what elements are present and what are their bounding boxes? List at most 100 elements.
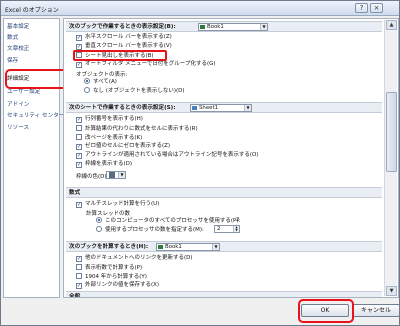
checkbox[interactable]: ✓ [76,162,82,168]
gridline-color-picker[interactable]: ▼ [106,171,126,179]
book-dropdown[interactable]: Book1 ▼ [198,23,268,31]
sidebar-item-resources[interactable]: リソース [7,123,29,131]
processor-count-value: 2 [236,217,240,223]
dropdown-value: Sheet1 [199,105,219,111]
sidebar-item-advanced[interactable]: 詳細設定 [7,74,29,82]
option-update-links[interactable]: ✓ 他のドキュメントへのリンクを更新する(D) [76,255,193,263]
option-label: 使用するプロセッサの数を指定する(M): [105,227,204,233]
sidebar-item-customize[interactable]: ユーザー設定 [7,87,40,95]
checkbox[interactable]: ✓ [76,283,82,289]
checkbox[interactable] [76,52,82,58]
section-general: 全般 [66,291,382,298]
sidebar-item-formulas[interactable]: 数式 [7,33,18,41]
window-title: Excel のオプション [5,7,59,14]
sidebar-item-addins[interactable]: アドイン [7,100,29,108]
sidebar-item-save[interactable]: 保存 [7,56,18,64]
checkbox[interactable]: ✓ [76,256,82,262]
option-page-breaks[interactable]: 改ページを表示する(K) [76,134,142,142]
spinner-value: 2 [217,226,221,232]
option-label: 外部リンクの値を保存する(X) [85,282,160,288]
option-zero-values[interactable]: ✓ ゼロ値のセルにゼロを表示する(Z) [76,143,170,151]
chevron-down-icon: ▼ [244,105,251,111]
option-label: すべて(A) [93,79,117,85]
scroll-thumb[interactable] [386,92,397,172]
option-label: 1904 年から計算する(Y) [85,274,147,280]
section-book-display: 次のブックで作業するときの表示設定(B): Book1 ▼ [66,21,382,32]
workbook-icon [200,25,205,29]
checkbox[interactable]: ✓ [76,35,82,41]
checkbox[interactable]: ✓ [76,202,82,208]
checkbox[interactable] [76,264,82,270]
section-sheet-display: 次のシートで作業するときの表示設定(S): Sheet1 ▼ [66,102,382,113]
scroll-up-icon[interactable]: ▲ [386,20,397,30]
help-button[interactable]: ? [355,3,368,13]
checkbox[interactable]: ✓ [76,62,82,68]
close-button[interactable]: × [370,3,383,13]
option-headers[interactable]: ✓ 行列番号を表示する(H) [76,116,143,124]
option-manual-processors[interactable]: 使用するプロセッサの数を指定する(M): [96,226,204,234]
ok-button[interactable]: OK [301,304,349,317]
option-label: ゼロ値のセルにゼロを表示する(Z) [85,143,171,149]
spinner-arrows-icon[interactable]: ▲ ▼ [233,226,239,232]
option-hscroll[interactable]: ✓ 水平スクロール バーを表示する(Z) [76,34,172,42]
option-sheet-tabs[interactable]: シート見出しを表示する(B) [76,52,154,60]
sidebar-item-trust-center[interactable]: セキュリティ センター [7,111,64,119]
gridline-color-label: 枠線の色(D) [76,174,107,180]
options-dialog: Excel のオプション ? × 基本設定 数式 文章校正 保存 詳細設定 ユー… [0,0,400,326]
color-swatch-icon [109,172,115,178]
option-gridlines[interactable]: ✓ 枠線を表示する(D) [76,161,132,169]
chevron-down-icon: ▼ [212,244,219,250]
radio[interactable] [96,226,102,232]
dropdown-value: Book1 [165,244,182,250]
option-show-formulas[interactable]: 計算結果の代わりに数式をセルに表示する(R) [76,125,198,133]
section-title: 全般 [69,294,81,298]
title-bar: Excel のオプション ? × [1,1,399,16]
option-multithread[interactable]: ✓ マルチスレッド計算を行う(U) [76,201,159,209]
option-label: 改ページを表示する(K) [85,135,143,141]
cancel-button[interactable]: キャンセル [352,304,400,317]
option-autofilter-group[interactable]: ✓ オートフィルタ メニューで日付をグループ化する(G) [76,61,216,69]
option-vscroll[interactable]: ✓ 垂直スクロール バーを表示する(V) [76,43,172,51]
category-sidebar: 基本設定 数式 文章校正 保存 詳細設定 ユーザー設定 アドイン セキュリティ … [3,18,64,298]
calc-book-dropdown[interactable]: Book1 ▼ [156,243,220,251]
option-1904-date[interactable]: 1904 年から計算する(Y) [76,273,147,281]
chevron-down-icon: ▼ [260,24,267,30]
radio[interactable] [84,78,90,84]
option-label: 表示桁数で計算する(P) [85,265,143,271]
option-save-external-links[interactable]: ✓ 外部リンクの値を保存する(X) [76,282,159,290]
option-label: シート見出しを表示する(B) [85,53,154,59]
option-all-processors[interactable]: このコンピュータのすべてのプロセッサを使用する(P): [96,217,240,225]
checkbox[interactable] [76,125,82,131]
sheet-dropdown[interactable]: Sheet1 ▼ [190,104,252,112]
checkbox[interactable]: ✓ [76,153,82,159]
sidebar-item-basic[interactable]: 基本設定 [7,22,29,30]
option-label: 行列番号を表示する(H) [85,116,143,122]
option-objects-all[interactable]: すべて(A) [84,78,117,86]
option-label: アウトラインが適用されている場合はアウトライン記号を表示する(O) [85,152,259,158]
checkbox[interactable]: ✓ [76,44,82,50]
vertical-scrollbar[interactable]: ▲ ▼ [384,20,397,296]
option-label: オートフィルタ メニューで日付をグループ化する(G) [85,61,216,67]
option-label: なし (オブジェクトを表示しない)(D) [93,88,185,94]
chevron-down-icon: ▼ [118,172,125,178]
threads-label: 計算スレッドの数 [86,211,131,217]
option-objects-none[interactable]: なし (オブジェクトを表示しない)(D) [84,87,185,95]
radio[interactable] [84,87,90,93]
radio[interactable] [96,217,102,223]
option-label: 垂直スクロール バーを表示する(V) [85,43,172,49]
section-title: 数式 [69,190,81,196]
option-label: 他のドキュメントへのリンクを更新する(D) [85,255,193,261]
option-outline-symbols[interactable]: ✓ アウトラインが適用されている場合はアウトライン記号を表示する(O) [76,152,258,160]
dropdown-value: Book1 [207,24,224,30]
processor-count-spinner[interactable]: 2 ▲ ▼ [214,225,240,233]
option-label: 計算結果の代わりに数式をセルに表示する(R) [85,126,198,132]
section-title: 次のブックで作業するときの表示設定(B): [69,24,176,30]
checkbox[interactable] [76,134,82,140]
checkbox[interactable] [76,273,82,279]
option-precision-displayed[interactable]: 表示桁数で計算する(P) [76,264,142,272]
scroll-down-icon[interactable]: ▼ [386,286,397,296]
checkbox[interactable]: ✓ [76,117,82,123]
workbook-icon [158,245,163,249]
checkbox[interactable]: ✓ [76,144,82,150]
sidebar-item-proofing[interactable]: 文章校正 [7,44,29,52]
